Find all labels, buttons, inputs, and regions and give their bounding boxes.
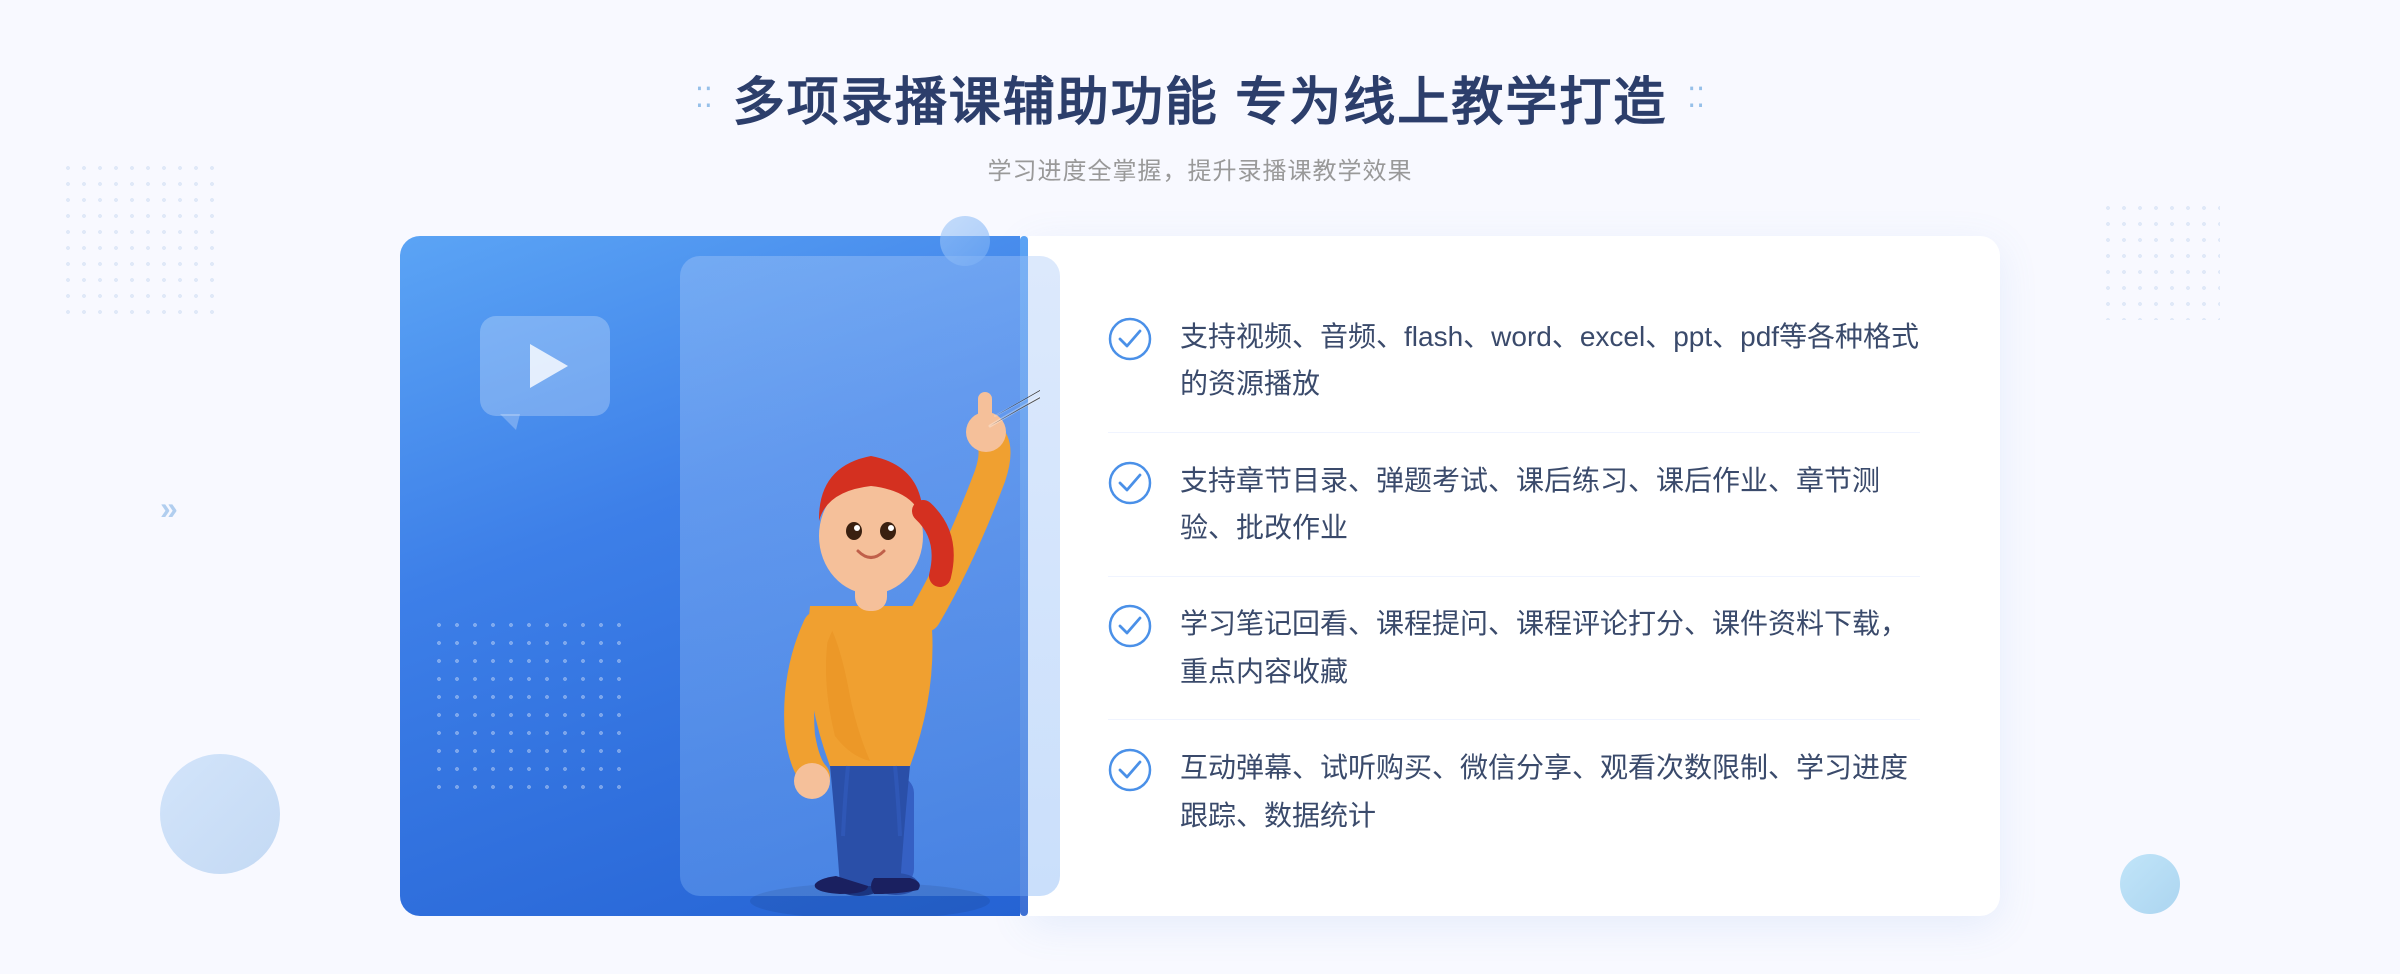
dots-icon-left: ⁚⁚ [695, 81, 713, 114]
feature-text-3: 学习笔记回看、课程提问、课程评论打分、课件资料下载，重点内容收藏 [1180, 600, 1920, 695]
feature-divider-3 [1108, 719, 1920, 720]
features-panel: 支持视频、音频、flash、word、excel、ppt、pdf等各种格式的资源… [1028, 236, 2000, 916]
play-bubble [480, 316, 610, 416]
circle-decoration-left [160, 754, 280, 874]
feature-item-3: 学习笔记回看、课程提问、课程评论打分、课件资料下载，重点内容收藏 [1108, 590, 1920, 705]
feature-text-1: 支持视频、音频、flash、word、excel、ppt、pdf等各种格式的资源… [1180, 313, 1920, 408]
check-icon-4 [1108, 748, 1152, 792]
play-icon-area [480, 316, 620, 426]
title-row: ⁚⁚ 多项录播课辅助功能 专为线上教学打造 ⁚⁚ [695, 60, 1705, 135]
dots-decoration-left [60, 160, 220, 320]
feature-text-4: 互动弹幕、试听购买、微信分享、观看次数限制、学习进度跟踪、数据统计 [1180, 744, 1920, 839]
feature-item-2: 支持章节目录、弹题考试、课后练习、课后作业、章节测验、批改作业 [1108, 447, 1920, 562]
check-icon-1 [1108, 317, 1152, 361]
circle-decoration-right [2120, 854, 2180, 914]
check-icon-3 [1108, 604, 1152, 648]
circle-small-tr [940, 216, 990, 266]
subtitle: 学习进度全掌握，提升录播课教学效果 [695, 151, 1705, 186]
feature-item-4: 互动弹幕、试听购买、微信分享、观看次数限制、学习进度跟踪、数据统计 [1108, 734, 1920, 849]
chevron-icon: » [160, 490, 178, 527]
content-area: 支持视频、音频、flash、word、excel、ppt、pdf等各种格式的资源… [400, 236, 2000, 916]
chevron-arrows-decoration: » [160, 490, 178, 527]
main-title: 多项录播课辅助功能 专为线上教学打造 [733, 60, 1667, 135]
dots-decoration-right [2100, 200, 2220, 320]
play-triangle-icon [530, 344, 568, 388]
header-section: ⁚⁚ 多项录播课辅助功能 专为线上教学打造 ⁚⁚ 学习进度全掌握，提升录播课教学… [695, 60, 1705, 186]
feature-divider-2 [1108, 576, 1920, 577]
illus-dots-pattern [430, 616, 630, 796]
feature-text-2: 支持章节目录、弹题考试、课后练习、课后作业、章节测验、批改作业 [1180, 457, 1920, 552]
dots-icon-right: ⁚⁚ [1687, 81, 1705, 114]
illustration-panel [400, 236, 1020, 916]
feature-divider-1 [1108, 432, 1920, 433]
check-icon-2 [1108, 461, 1152, 505]
page-container: » ⁚⁚ 多项录播课辅助功能 专为线上教学打造 ⁚⁚ 学习进度全掌握，提升录播课… [0, 0, 2400, 974]
feature-item-1: 支持视频、音频、flash、word、excel、ppt、pdf等各种格式的资源… [1108, 303, 1920, 418]
human-figure [700, 336, 1040, 916]
